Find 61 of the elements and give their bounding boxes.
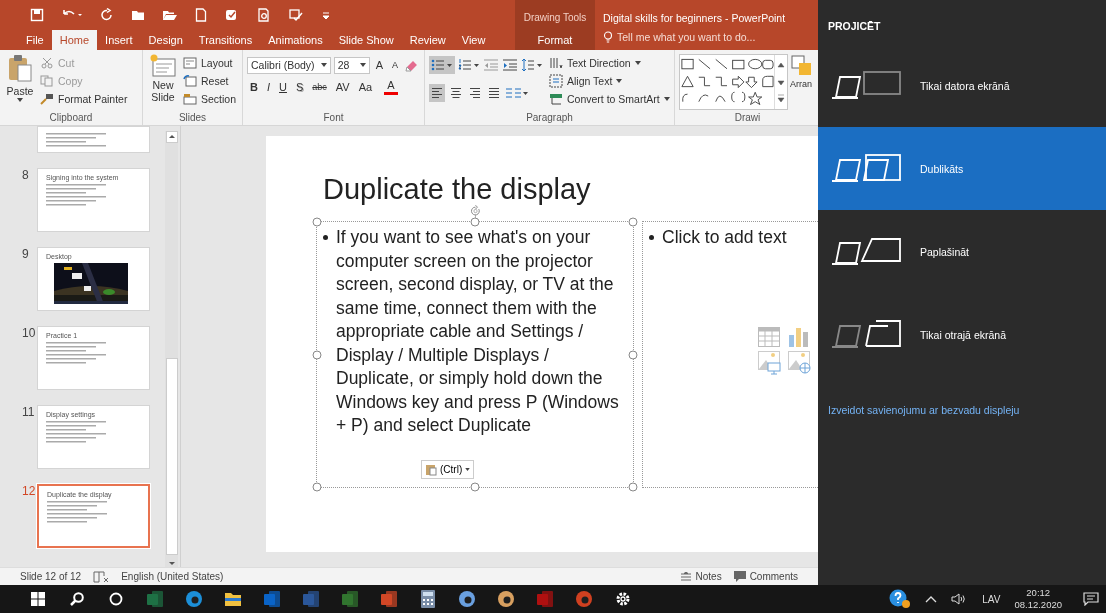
project-option[interactable]: Tikai otrajā ekrānā [818,293,1106,376]
ribbon-tab[interactable]: File [18,30,52,50]
ribbon-tab[interactable]: Format [515,30,595,50]
format-button[interactable]: S [292,81,307,93]
group-label: Clipboard [48,112,94,123]
ribbon-tab[interactable]: Slide Show [330,30,402,50]
clipboard-command[interactable]: Format Painter [40,90,128,107]
contextual-group-label: Drawing Tools [523,12,587,23]
font-size-dropdown[interactable]: 28 [333,56,370,74]
font-family-dropdown[interactable]: Calibri (Body) [247,56,331,74]
slides-command[interactable]: Layout [183,54,237,71]
slide-count-text: Slide 12 of 12 [20,571,82,582]
format-button[interactable]: U [276,81,290,93]
format-button[interactable]: Aa [355,81,376,93]
format-button[interactable]: AV [332,81,353,93]
slide-body-text: If you want to see what's on your computer screen on the projector screen, second display, or TV at the same time, connect them with the appropriate cable and Settings / Display / Multiple Displays / Duplicate, or simply hold down the Windows key and press P (Windows + P) and select Duplicate [336,226,620,437]
slide-title: Duplicate the display [323,174,591,204]
language-text[interactable]: English (United States) [121,571,224,582]
paste-options-button[interactable]: (Ctrl) [421,460,475,479]
slide-number: 9 [21,247,30,263]
grow-font-button[interactable]: A [372,59,387,71]
tell-me-field[interactable]: Tell me what you want to do... [603,31,813,43]
ribbon-tab[interactable]: Home [51,30,98,50]
shrink-font-button[interactable]: A [389,60,402,70]
project-option[interactable]: Paplašināt [818,210,1106,293]
ribbon-tab[interactable]: Transitions [190,30,261,50]
slide-number: 12 [21,484,37,500]
slide-number: 8 [21,168,30,184]
slide-number: 11 [21,405,36,421]
placeholder-text: Click to add text [662,226,787,249]
ribbon-tab[interactable]: Animations [260,30,331,50]
ribbon-tab[interactable]: View [453,30,494,50]
wireless-display-link[interactable]: Izveidot savienojumu ar bezvadu displeju [828,404,1106,416]
slide-number: 10 [21,326,37,342]
group-label: Font [322,112,345,123]
slides-command[interactable]: Section [183,90,237,107]
project-option[interactable]: Tikai datora ekrānā [818,44,1106,127]
comments-button[interactable]: Comments [733,571,798,582]
notes-button[interactable]: Notes [679,571,722,582]
format-button[interactable]: B [247,81,261,93]
new-slide-button[interactable]: New Slide [147,54,179,107]
paragraph-command[interactable]: Align Text [549,72,670,89]
paragraph-command[interactable]: Convert to SmartArt [549,90,670,107]
group-label: Drawi [733,112,762,123]
window-title: Digital skills for beginners - PowerPoint [603,12,787,24]
font-color-button[interactable]: A [384,79,398,95]
clock[interactable]: 20:12 08.12.2020 [1014,587,1062,611]
format-button[interactable]: I [263,81,273,93]
panel-title: PROJICĒT [828,20,882,32]
paste-button[interactable]: Paste [4,54,36,107]
group-label: Slides [177,112,208,123]
slides-command[interactable]: Reset [183,72,237,89]
format-button[interactable]: abc [309,82,330,92]
arrange-button[interactable]: Arran [790,54,816,110]
ribbon-tab[interactable]: Review [401,30,454,50]
project-option[interactable]: Dublikāts [818,127,1106,210]
ribbon-tab[interactable]: Insert [97,30,141,50]
paragraph-command[interactable]: Text Direction [549,54,670,71]
ribbon-tab[interactable]: Design [140,30,191,50]
group-label: Paragraph [525,112,574,123]
keyboard-language[interactable]: LAV [982,593,1001,605]
